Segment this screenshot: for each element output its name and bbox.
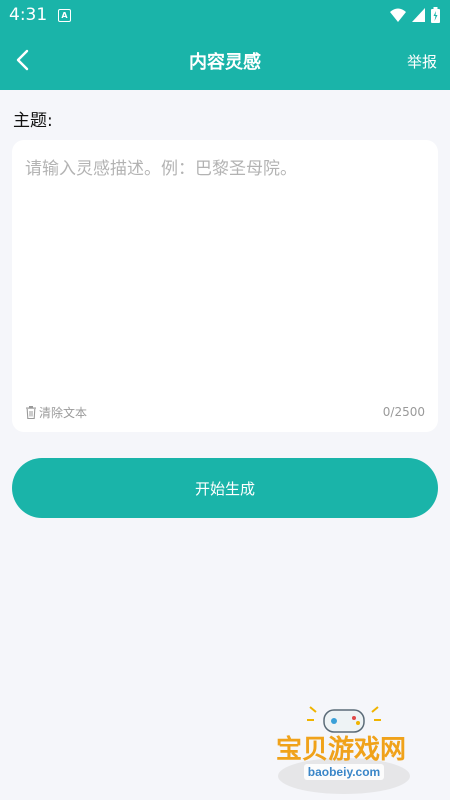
- watermark-logo: 宝贝游戏网 baobeiy.com: [276, 706, 410, 794]
- clear-text-label: 清除文本: [39, 406, 88, 420]
- status-icons: [390, 7, 440, 23]
- report-button[interactable]: 举报: [407, 51, 437, 72]
- topic-label: 主题:: [13, 111, 53, 131]
- signal-icon: [412, 8, 425, 22]
- status-time: 4:31: [9, 5, 48, 25]
- inspiration-textarea[interactable]: [25, 154, 425, 394]
- trash-icon: [26, 406, 36, 419]
- app-bar: 内容灵感 举报: [0, 30, 450, 90]
- notification-a-icon: A: [58, 9, 71, 22]
- watermark-name: 宝贝游戏网: [276, 734, 406, 764]
- start-generate-button[interactable]: 开始生成: [12, 458, 438, 518]
- start-generate-label: 开始生成: [194, 479, 255, 498]
- watermark-domain: baobeiy.com: [308, 765, 380, 779]
- character-counter: 0/2500: [382, 405, 425, 419]
- wifi-icon: [390, 8, 406, 22]
- gamepad-icon: [307, 706, 381, 733]
- clear-text-button[interactable]: 清除文本: [25, 404, 87, 421]
- page-title: 内容灵感: [189, 52, 261, 73]
- status-bar: 4:31 A: [0, 0, 450, 30]
- inspiration-input-card: 清除文本 0/2500: [12, 140, 438, 432]
- battery-icon: [431, 7, 440, 23]
